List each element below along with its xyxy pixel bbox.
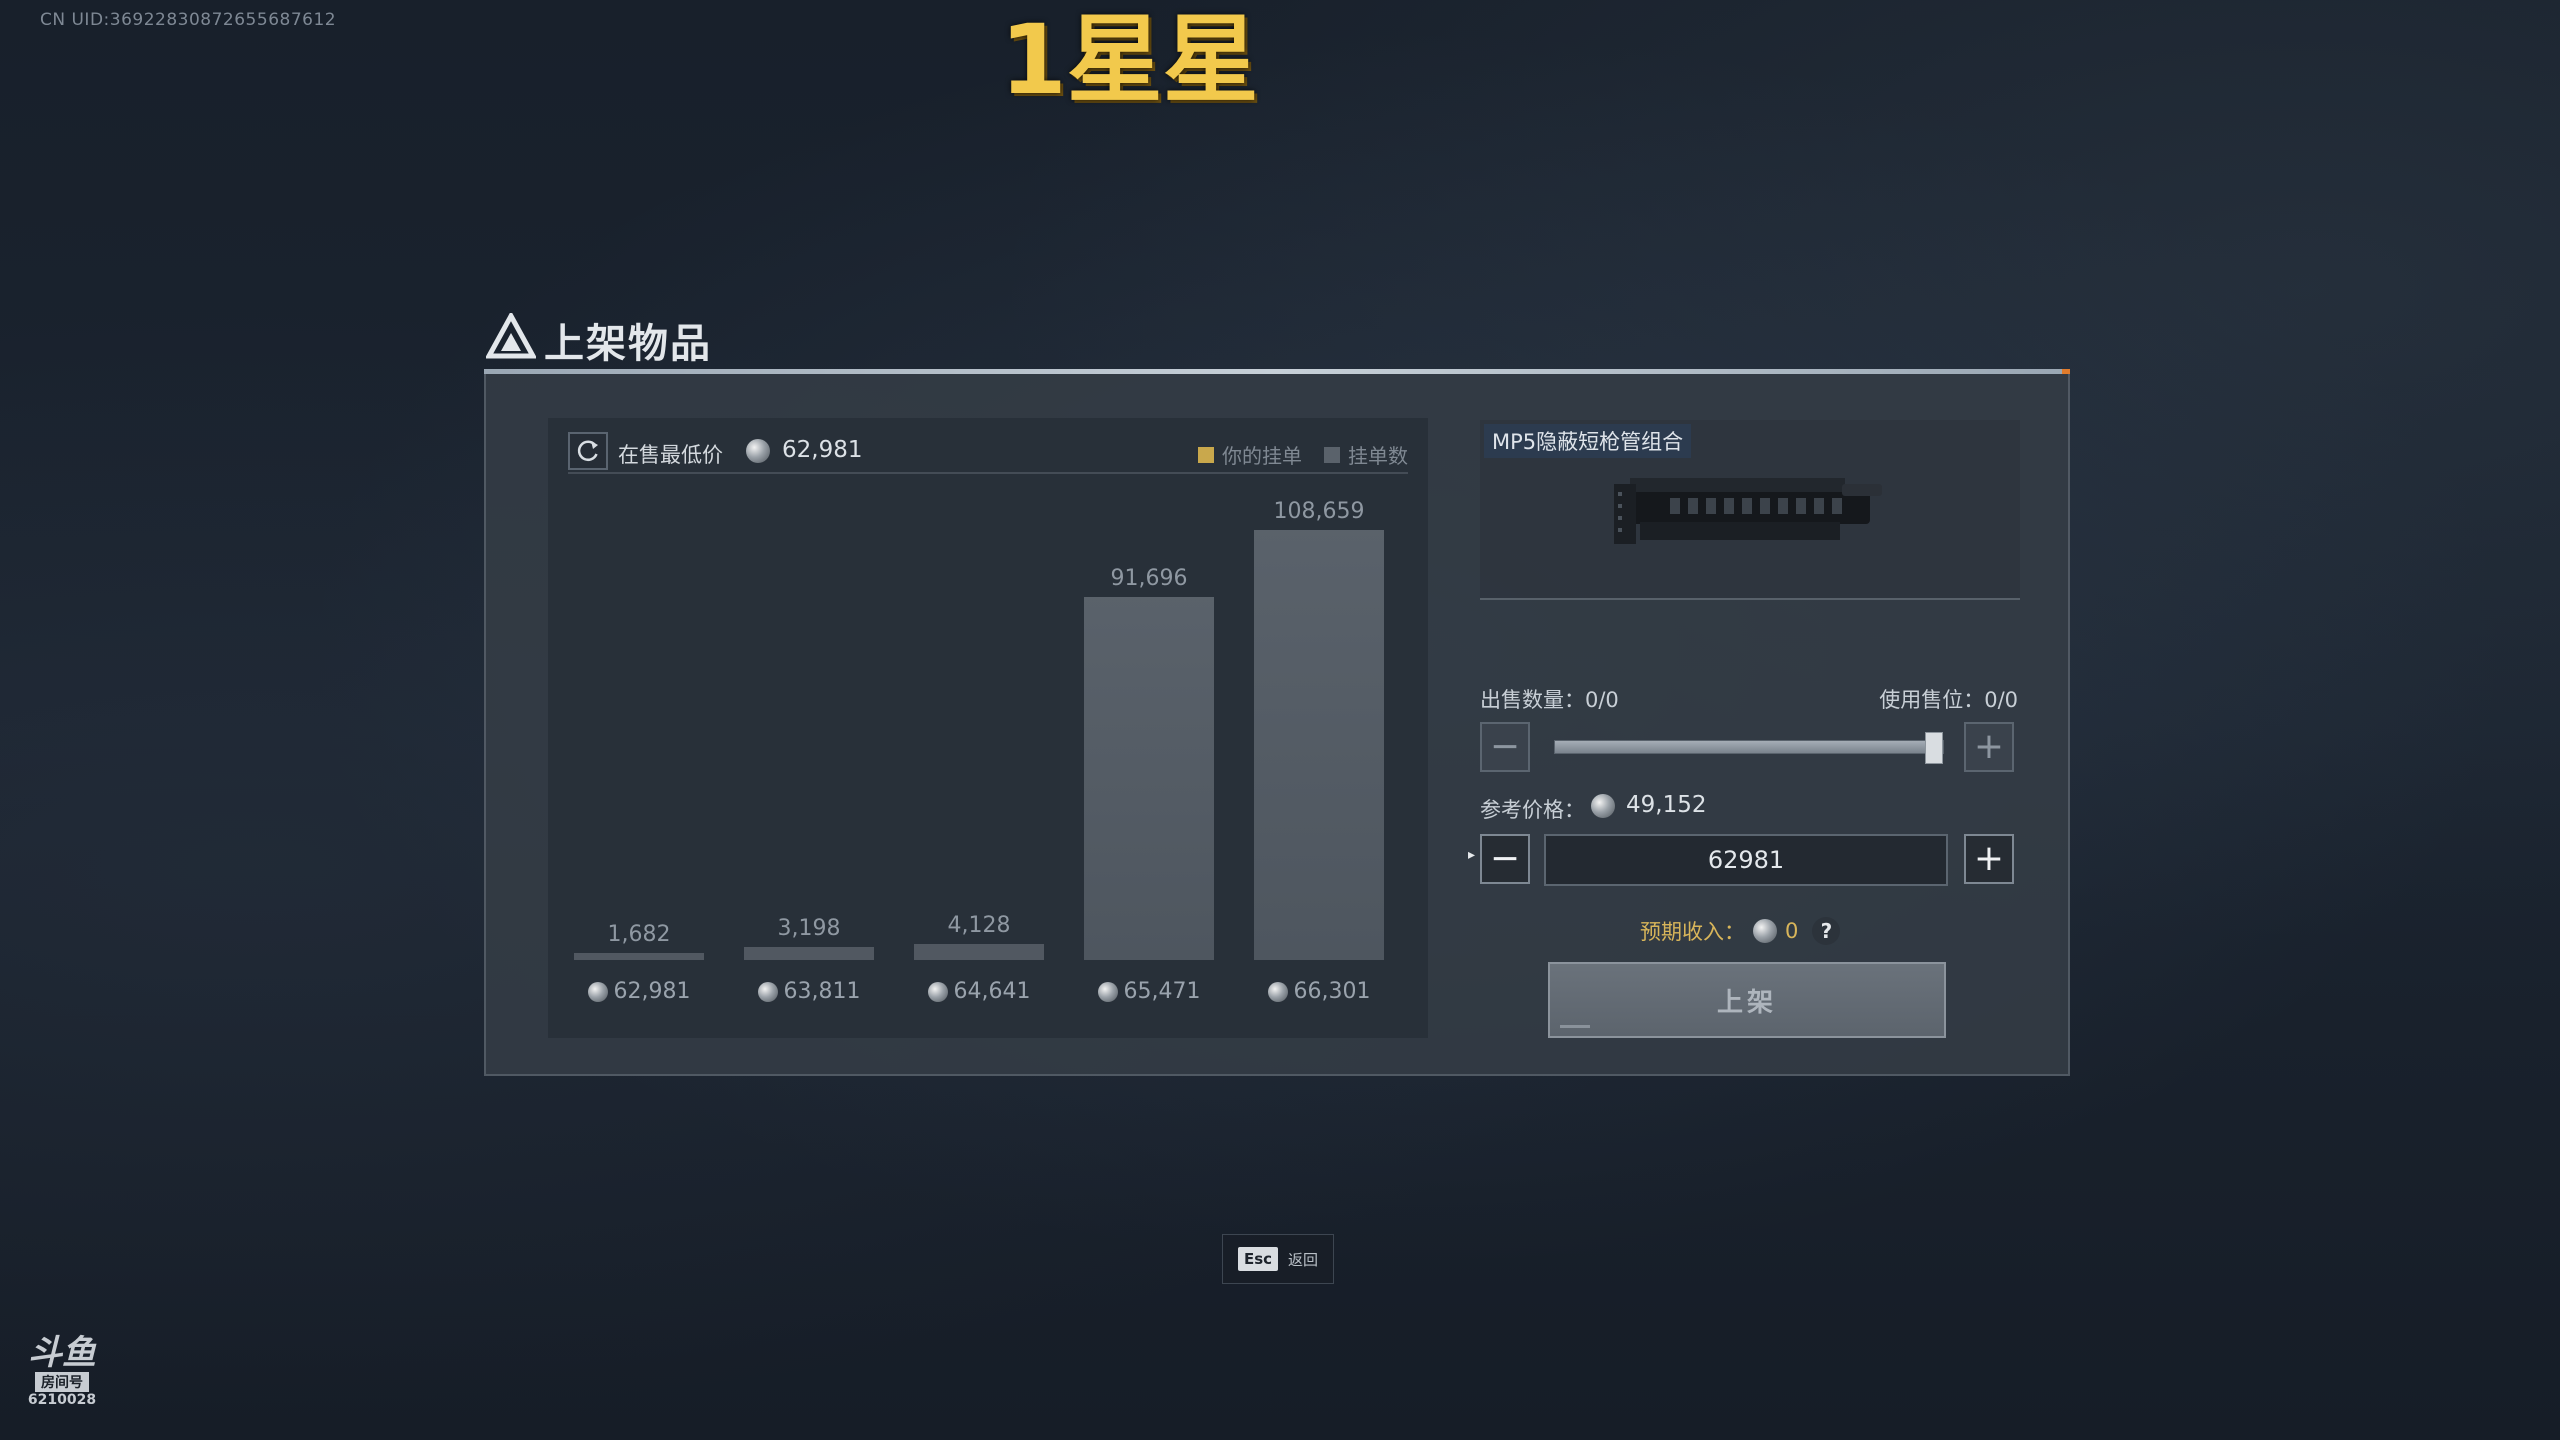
stream-watermark: 斗鱼 房间号 6210028 xyxy=(20,1334,104,1416)
bar-price-label: 66,301 xyxy=(1254,979,1384,1004)
expected-income-value: 0 xyxy=(1785,919,1799,943)
bar-value-label: 1,682 xyxy=(607,922,671,948)
plus-icon: + xyxy=(1973,726,2005,767)
help-icon[interactable]: ? xyxy=(1812,917,1841,945)
sell-quantity-label: 出售数量：0/0 xyxy=(1480,688,1619,712)
back-label: 返回 xyxy=(1288,1250,1319,1269)
bar-value-label: 108,659 xyxy=(1273,499,1365,524)
price-tick-label: 64,641 xyxy=(953,979,1031,1004)
coin-icon xyxy=(587,982,608,1002)
reference-price-value: 49,152 xyxy=(1626,792,1707,818)
bar-value-label: 4,128 xyxy=(947,912,1011,938)
gun-barrel-item-icon xyxy=(1614,478,1882,544)
legend-label-order-count: 挂单数 xyxy=(1348,444,1408,468)
coin-icon xyxy=(927,982,948,1002)
chart-bar xyxy=(574,953,704,960)
slider-thumb[interactable] xyxy=(1925,732,1943,764)
chart-bar xyxy=(1084,597,1214,960)
reference-price-label: 参考价格： xyxy=(1480,798,1585,822)
price-tick-label: 65,471 xyxy=(1123,979,1201,1004)
minus-icon: − xyxy=(1489,726,1521,767)
quantity-increase-button[interactable]: + xyxy=(1964,722,2014,772)
coin-icon xyxy=(757,982,778,1002)
watermark-room-label: 房间号 xyxy=(35,1372,89,1392)
chart-bar xyxy=(1254,530,1384,960)
plus-icon: + xyxy=(1973,838,2005,879)
bar-column: 1,682 62,981 xyxy=(574,488,704,1018)
legend-swatch-your-order xyxy=(1198,446,1214,463)
legend-your-order: 你的挂单 xyxy=(1198,440,1302,469)
lowest-price-value: 62,981 xyxy=(782,437,863,463)
bar-column: 91,696 65,471 xyxy=(1084,488,1214,1018)
price-distribution-card: 在售最低价 62,981 你的挂单 挂单数 1,682 62,981 3,198 63… xyxy=(548,418,1428,1038)
legend-label-your-order: 你的挂单 xyxy=(1222,444,1302,468)
triangle-logo-icon xyxy=(486,313,536,359)
watermark-room-number: 6210028 xyxy=(27,1392,97,1408)
legend-order-count: 挂单数 xyxy=(1324,440,1408,469)
price-decrease-button[interactable]: − xyxy=(1480,834,1530,884)
coin-icon xyxy=(1097,982,1118,1002)
item-preview: MP5隐蔽短枪管组合 xyxy=(1480,420,2020,600)
coin-icon xyxy=(1591,794,1615,818)
slider-fill xyxy=(1555,741,1931,753)
slot-usage-label: 使用售位：0/0 xyxy=(1879,688,2018,712)
bar-price-label: 63,811 xyxy=(744,979,874,1004)
back-hint[interactable]: Esc 返回 xyxy=(1222,1234,1334,1284)
refresh-button[interactable] xyxy=(568,432,608,470)
chart-bar xyxy=(914,943,1044,960)
dialog-title: 上架物品 xyxy=(544,321,712,367)
price-tick-label: 63,811 xyxy=(783,979,861,1004)
price-tick-label: 66,301 xyxy=(1293,979,1371,1004)
chart-legend: 你的挂单 挂单数 xyxy=(1198,440,1408,469)
coin-icon xyxy=(746,439,770,463)
minus-icon: − xyxy=(1489,838,1521,879)
bar-column: 108,659 66,301 xyxy=(1254,488,1384,1018)
listing-panel: 在售最低价 62,981 你的挂单 挂单数 1,682 62,981 3,198 63… xyxy=(484,374,2070,1076)
price-tick-label: 62,981 xyxy=(613,979,691,1004)
bar-price-label: 65,471 xyxy=(1084,979,1214,1004)
bar-chart: 1,682 62,981 3,198 63,811 4,128 64,641 91,696 6… xyxy=(548,488,1428,1038)
expected-income-label: 预期收入： xyxy=(1640,920,1745,944)
expected-income: 预期收入： 0 ? xyxy=(1640,916,1841,946)
bar-value-label: 3,198 xyxy=(777,916,841,942)
coin-icon xyxy=(1753,919,1777,943)
price-increase-button[interactable]: + xyxy=(1964,834,2014,884)
bar-price-label: 64,641 xyxy=(914,979,1044,1004)
esc-key-icon: Esc xyxy=(1237,1247,1279,1271)
price-input[interactable] xyxy=(1544,834,1948,886)
list-item-button[interactable]: 上架 xyxy=(1548,962,1946,1038)
pointer-caret-icon: ▸ xyxy=(1468,847,1476,863)
bar-price-label: 62,981 xyxy=(574,979,704,1004)
quantity-slider[interactable] xyxy=(1554,732,1944,764)
refresh-icon xyxy=(577,440,598,461)
coin-icon xyxy=(1267,982,1288,1002)
legend-swatch-order-count xyxy=(1324,446,1340,463)
chart-bar xyxy=(744,947,874,960)
bar-value-label: 91,696 xyxy=(1110,566,1188,592)
bar-column: 4,128 64,641 xyxy=(914,488,1044,1018)
bar-column: 3,198 63,811 xyxy=(744,488,874,1018)
dialog-header: 上架物品 xyxy=(484,305,2070,375)
watermark-logo: 斗鱼 xyxy=(28,1333,96,1373)
quantity-decrease-button[interactable]: − xyxy=(1480,722,1530,772)
uid-text: CN UID:369228308726556876​12 xyxy=(40,10,337,30)
lowest-price-label: 在售最低价 xyxy=(618,443,723,467)
stream-title-overlay: 1星星 xyxy=(1000,4,1259,116)
chart-header: 在售最低价 62,981 你的挂单 挂单数 xyxy=(568,430,1408,474)
